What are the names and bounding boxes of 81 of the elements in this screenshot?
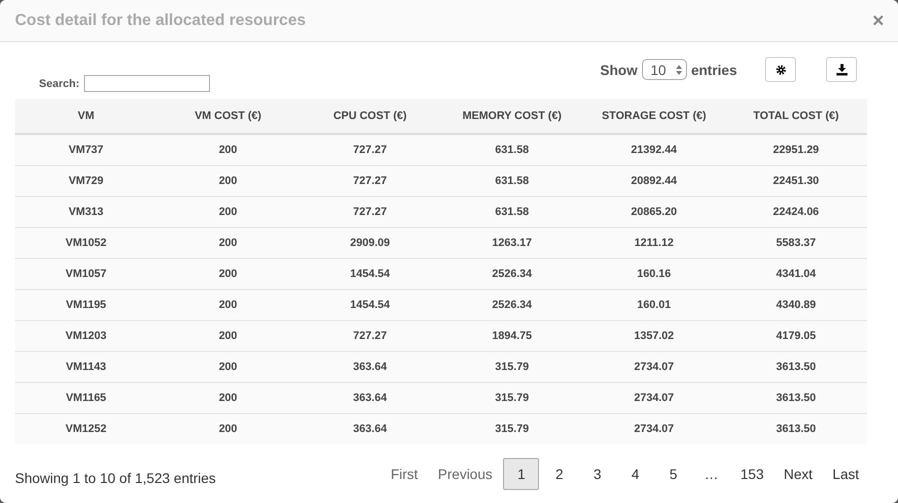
table-cell: 363.64 — [299, 413, 441, 444]
table-cell: 2734.07 — [583, 413, 725, 444]
table-cell: 20865.20 — [583, 196, 725, 227]
table-cell: 22424.06 — [725, 196, 867, 227]
table-cell: VM1195 — [15, 289, 157, 320]
table-cell: VM1143 — [15, 351, 157, 382]
page-button[interactable]: Last — [824, 458, 868, 490]
table-cell: 727.27 — [299, 134, 441, 165]
table-cell: 363.64 — [299, 382, 441, 413]
table-cell: 2734.07 — [583, 382, 725, 413]
page-button[interactable]: 1 — [503, 458, 540, 490]
table-cell: 4179.05 — [725, 320, 867, 351]
table-cell: 631.58 — [441, 134, 583, 165]
table-cell: 21392.44 — [583, 134, 725, 165]
table-cell: VM313 — [15, 196, 157, 227]
table-cell: 1454.54 — [299, 258, 441, 289]
table-cell: 727.27 — [299, 165, 441, 196]
show-label: Show — [600, 61, 638, 80]
table-cell: VM1057 — [15, 258, 157, 289]
settings-button[interactable] — [765, 57, 796, 82]
table-cell: 1357.02 — [583, 320, 725, 351]
page-button[interactable]: 2 — [541, 458, 578, 490]
table-cell: 3613.50 — [725, 413, 867, 444]
table-cell: 1211.12 — [583, 227, 725, 258]
entries-info: Showing 1 to 10 of 1,523 entries — [15, 470, 216, 486]
table-cell: 200 — [157, 320, 299, 351]
table-cell: 4341.04 — [725, 258, 867, 289]
table-cell: 1894.75 — [441, 320, 583, 351]
table-cell: 363.64 — [299, 351, 441, 382]
table-cell: 2734.07 — [583, 351, 725, 382]
page-button[interactable]: 3 — [579, 458, 616, 490]
table-cell: 2526.34 — [441, 258, 583, 289]
table-cell: VM737 — [15, 134, 157, 165]
page-button[interactable]: … — [693, 458, 730, 490]
table-cell: 315.79 — [441, 351, 583, 382]
table-cell: 3613.50 — [725, 382, 867, 413]
table-cell: 4340.89 — [725, 289, 867, 320]
page-button[interactable]: Next — [774, 458, 822, 490]
table-cell: 727.27 — [299, 320, 441, 351]
table-cell: 200 — [157, 134, 299, 165]
page-length-select[interactable]: 10 — [642, 59, 688, 80]
table-cell: VM1052 — [15, 227, 157, 258]
table-cell: 22451.30 — [725, 165, 867, 196]
table-cell: 160.01 — [583, 289, 725, 320]
page-button[interactable]: 5 — [655, 458, 692, 490]
table-cell: VM729 — [15, 165, 157, 196]
table-cell: 200 — [157, 413, 299, 444]
table-cell: 727.27 — [299, 196, 441, 227]
table-cell: 1454.54 — [299, 289, 441, 320]
table-cell: 631.58 — [441, 165, 583, 196]
table-cell: 315.79 — [441, 382, 583, 413]
table-cell: VM1203 — [15, 320, 157, 351]
table-cell: VM1252 — [15, 413, 157, 444]
search-field[interactable] — [84, 75, 210, 92]
table-cell: 5583.37 — [725, 227, 867, 258]
table-cell: VM1165 — [15, 382, 157, 413]
table-cell: 200 — [157, 258, 299, 289]
table-cell: 20892.44 — [583, 165, 725, 196]
table-cell: 22951.29 — [725, 134, 867, 165]
page-button[interactable]: 153 — [731, 458, 773, 490]
search-label: Search: — [39, 78, 80, 90]
download-button[interactable] — [826, 57, 857, 82]
table-cell: 2909.09 — [299, 227, 441, 258]
entries-label: entries — [691, 61, 737, 80]
table-cell: 200 — [157, 165, 299, 196]
table-cell: 315.79 — [441, 413, 583, 444]
page-button[interactable]: 4 — [617, 458, 654, 490]
table-cell: 200 — [157, 227, 299, 258]
table-cell: 200 — [157, 196, 299, 227]
table-cell: 200 — [157, 351, 299, 382]
download-icon — [836, 64, 848, 76]
table-cell: 2526.34 — [441, 289, 583, 320]
table-cell: 3613.50 — [725, 351, 867, 382]
table-cell: 200 — [157, 382, 299, 413]
table-cell: 160.16 — [583, 258, 725, 289]
table-cell: 1263.17 — [441, 227, 583, 258]
dialog-title: Cost detail for the allocated resources — [15, 12, 306, 30]
spinner-icon — [676, 64, 682, 74]
table-cell: 200 — [157, 289, 299, 320]
table-cell: 631.58 — [441, 196, 583, 227]
settings-icon — [774, 64, 786, 76]
